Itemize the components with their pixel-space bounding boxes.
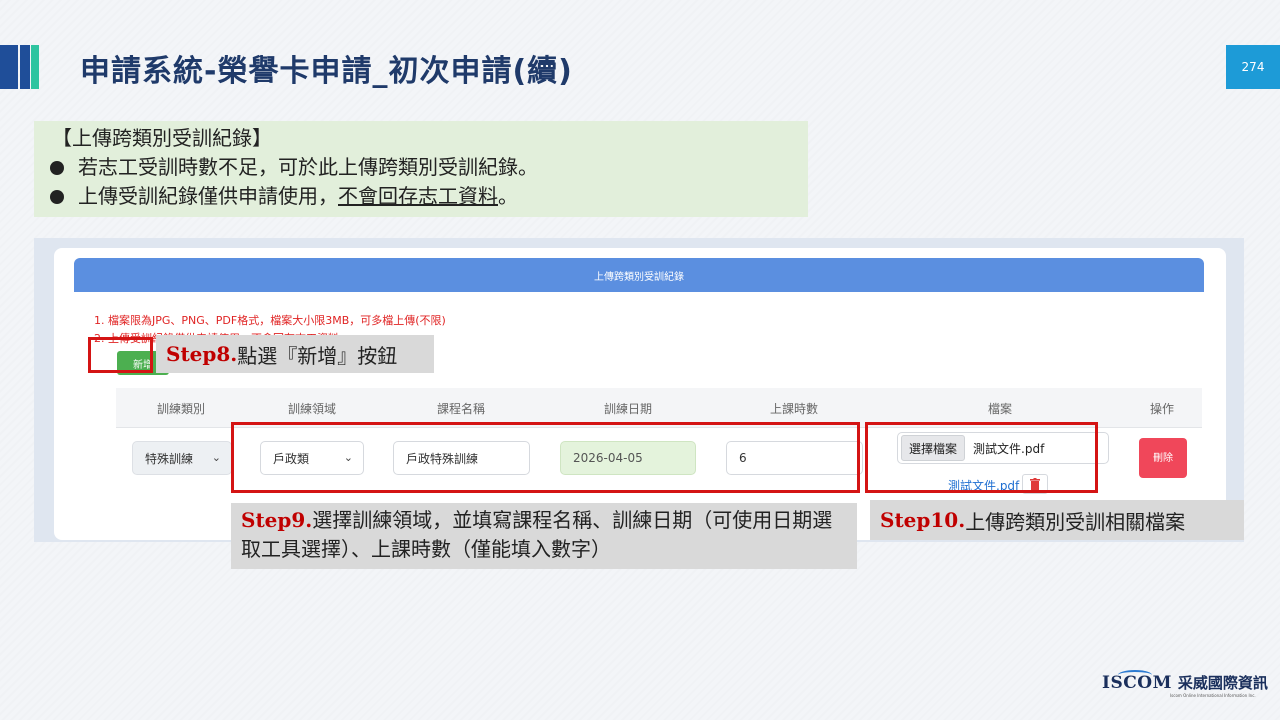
- category-select[interactable]: 特殊訓練 ⌄: [132, 441, 232, 475]
- accent-bar: [20, 45, 30, 89]
- col-date: 訓練日期: [603, 402, 653, 416]
- bullet-dot-icon: [50, 189, 64, 204]
- note-bullet: 上傳受訓紀錄僅供申請使用，不會回存志工資料。: [50, 182, 808, 211]
- slide-title: 申請系統-榮譽卡申請_初次申請(續): [80, 54, 573, 89]
- step10-label: Step10.: [880, 508, 966, 532]
- note-bullet-prefix: 上傳受訓紀錄僅供申請使用，: [78, 184, 338, 208]
- accent-bar: [31, 45, 39, 89]
- step8-callout: Step8. 點選『新增』按鈕: [156, 335, 434, 373]
- bullet-dot-icon: [50, 160, 64, 175]
- red-note: 1. 檔案限為JPG、PNG、PDF格式，檔案大小限3MB，可多檔上傳(不限): [94, 314, 446, 327]
- step9-callout: Step9.選擇訓練領域，並填寫課程名稱、訓練日期（可使用日期選取工具選擇）、上…: [231, 503, 857, 569]
- col-file: 檔案: [987, 402, 1013, 416]
- note-bullet-underlined: 不會回存志工資料: [338, 184, 498, 208]
- highlight-file-upload: [865, 422, 1098, 493]
- step9-label: Step9.: [241, 508, 313, 532]
- company-logo: ISCOM 采威國際資訊: [1102, 672, 1268, 693]
- col-course: 課程名稱: [436, 402, 486, 416]
- category-value: 特殊訓練: [145, 451, 194, 466]
- note-box: 【上傳跨類別受訓紀錄】 若志工受訓時數不足，可於此上傳跨類別受訓紀錄。 上傳受訓…: [34, 121, 808, 217]
- screenshot-panel: 上傳跨類別受訓紀錄 1. 檔案限為JPG、PNG、PDF格式，檔案大小限3MB，…: [34, 238, 1244, 542]
- col-hours: 上課時數: [769, 402, 819, 416]
- col-action: 操作: [1149, 402, 1175, 416]
- logo-text: ISCOM: [1102, 672, 1172, 693]
- delete-button[interactable]: 刪除: [1139, 438, 1187, 478]
- upload-card: 上傳跨類別受訓紀錄 1. 檔案限為JPG、PNG、PDF格式，檔案大小限3MB，…: [54, 248, 1226, 540]
- note-heading: 【上傳跨類別受訓紀錄】: [52, 126, 272, 150]
- note-bullet-text: 上傳受訓紀錄僅供申請使用，不會回存志工資料。: [78, 182, 518, 211]
- step10-callout: Step10. 上傳跨類別受訓相關檔案: [870, 500, 1244, 540]
- note-bullet: 若志工受訓時數不足，可於此上傳跨類別受訓紀錄。: [50, 153, 808, 182]
- highlight-add-button: [88, 337, 153, 373]
- note-bullet-suffix: 。: [498, 184, 518, 208]
- chevron-down-icon: ⌄: [211, 451, 221, 464]
- accent-bar: [0, 45, 18, 89]
- step10-text: 上傳跨類別受訓相關檔案: [965, 509, 1186, 534]
- col-domain: 訓練領域: [287, 402, 337, 416]
- logo-cn: 采威國際資訊: [1177, 674, 1268, 692]
- col-category: 訓練類別: [156, 402, 206, 416]
- highlight-row-fields: [231, 422, 860, 493]
- logo-subtitle: Iscom Online International Information I…: [1170, 693, 1256, 698]
- note-bullet-text: 若志工受訓時數不足，可於此上傳跨類別受訓紀錄。: [78, 155, 538, 179]
- step8-text: 點選『新增』按鈕: [237, 343, 398, 368]
- card-title: 上傳跨類別受訓紀錄: [74, 258, 1204, 292]
- page-number: 274: [1226, 45, 1280, 89]
- step9-text: 選擇訓練領域，並填寫課程名稱、訓練日期（可使用日期選取工具選擇）、上課時數（僅能…: [241, 508, 833, 561]
- step8-label: Step8.: [166, 342, 238, 366]
